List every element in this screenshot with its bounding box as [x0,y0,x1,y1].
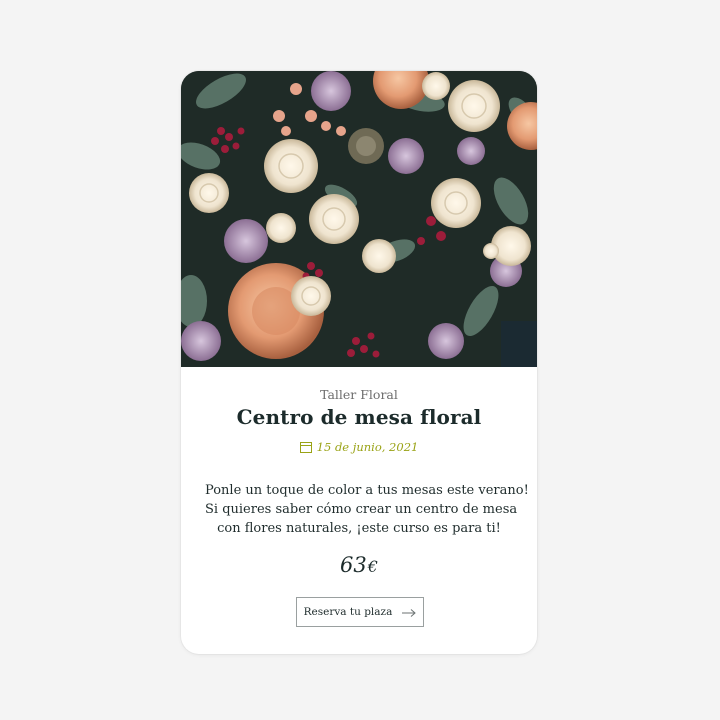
price-currency: € [367,557,378,576]
event-title: Centro de mesa floral [236,405,482,429]
event-category: Taller Floral [320,387,398,402]
event-date: 15 de junio, 2021 [181,440,537,454]
reserve-button[interactable]: Reserva tu plaza [296,597,424,627]
event-date-text: 15 de junio, 2021 [316,440,419,454]
description-line: Si quieres saber cómo crear un centro de… [205,502,518,517]
description-line: con flores naturales, ¡este curso es par… [217,521,501,536]
price-amount: 63 [340,553,367,577]
calendar-icon [299,441,312,453]
card-content: Taller Floral Centro de mesa floral 15 d… [181,367,537,654]
arrow-right-icon [402,608,417,617]
reserve-button-label: Reserva tu plaza [303,606,393,618]
flower-bouquet-image [181,71,537,367]
description-line: Ponle un toque de color a tus mesas este… [205,483,529,498]
event-description: Ponle un toque de color a tus mesas este… [205,481,529,538]
event-card: Taller Floral Centro de mesa floral 15 d… [181,71,537,654]
event-price: 63€ [181,553,537,577]
